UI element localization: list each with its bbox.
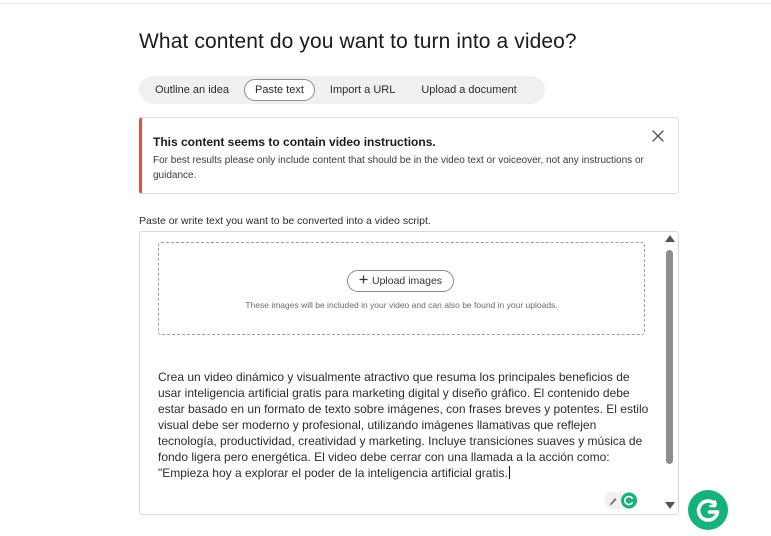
- grammarly-icon[interactable]: [688, 490, 728, 530]
- scroll-down-arrow-icon[interactable]: [665, 502, 675, 509]
- image-dropzone[interactable]: Upload images These images will be inclu…: [158, 242, 645, 335]
- top-divider: [0, 3, 771, 4]
- editor-label: Paste or write text you want to be conve…: [139, 215, 431, 227]
- grammarly-inline-widget[interactable]: [604, 492, 638, 509]
- tab-outline-an-idea[interactable]: Outline an idea: [144, 79, 240, 101]
- tab-paste-text[interactable]: Paste text: [244, 79, 315, 101]
- text-caret: [508, 466, 510, 479]
- editor-content[interactable]: Crea un video dinámico y visualmente atr…: [158, 369, 652, 481]
- scroll-thumb[interactable]: [666, 250, 673, 464]
- tab-upload-a-document[interactable]: Upload a document: [410, 79, 527, 101]
- alert-title: This content seems to contain video inst…: [153, 135, 436, 149]
- upload-images-button[interactable]: Upload images: [347, 270, 455, 292]
- upload-hint: These images will be included in your vi…: [245, 300, 558, 310]
- editor-scrollbar[interactable]: [664, 234, 676, 514]
- upload-images-label: Upload images: [372, 275, 443, 287]
- alert-body: For best results please only include con…: [153, 155, 644, 181]
- plus-icon: [359, 275, 368, 287]
- tab-import-a-url[interactable]: Import a URL: [319, 79, 406, 101]
- content-source-tabs: Outline an idea Paste text Import a URL …: [139, 76, 545, 104]
- page-title: What content do you want to turn into a …: [139, 30, 577, 53]
- text-editor[interactable]: Upload images These images will be inclu…: [139, 231, 679, 515]
- editor-text: Crea un video dinámico y visualmente atr…: [158, 370, 649, 480]
- scroll-up-arrow-icon[interactable]: [665, 235, 675, 242]
- instructions-warning-alert: This content seems to contain video inst…: [139, 117, 679, 194]
- pencil-icon: [609, 492, 637, 509]
- close-icon[interactable]: [650, 128, 666, 144]
